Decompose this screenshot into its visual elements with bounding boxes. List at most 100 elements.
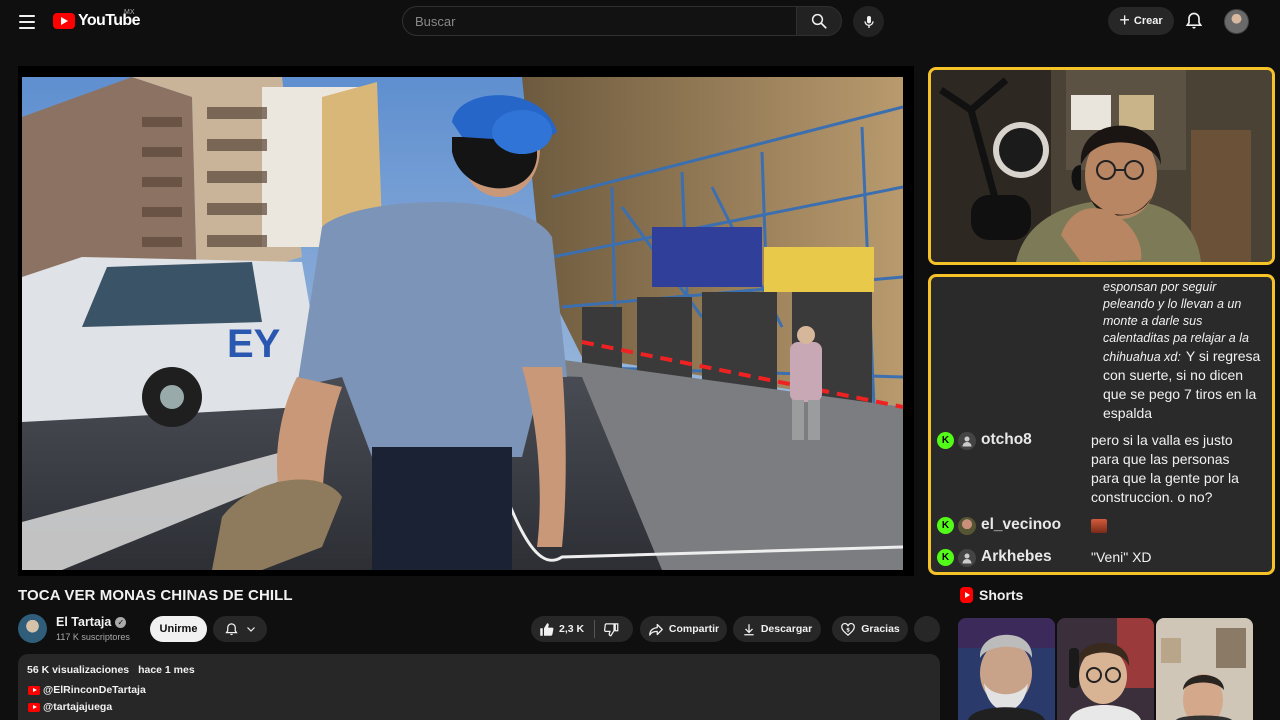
short-thumbnail-image [1057, 618, 1154, 720]
menu-icon[interactable] [14, 10, 40, 34]
search-icon [811, 13, 827, 29]
channel-avatar[interactable] [18, 614, 47, 643]
chat-text-line: para que las personas [1091, 451, 1230, 467]
chat-text-line: construccion. o no? [1091, 489, 1213, 505]
chat-text-line: que se pego 7 tiros en la [1103, 386, 1257, 402]
subscriber-count: 117 K suscriptores [56, 632, 130, 642]
shorts-icon [960, 587, 973, 603]
chat-username: otcho8 [981, 431, 1032, 448]
channel-name-link[interactable]: El Tartaja ✓ [56, 615, 127, 629]
video-scene-image: EY [22, 77, 903, 570]
shorts-title: Shorts [979, 587, 1024, 603]
thumbs-up-icon [540, 622, 554, 636]
webcam-image [931, 70, 1272, 262]
create-label: Crear [1133, 15, 1163, 27]
description-link[interactable]: @ElRinconDeTartaja [28, 684, 146, 696]
top-bar: YouTube MX + Crear [0, 0, 1280, 44]
logo-country-code: MX [124, 9, 135, 16]
chat-badges: K [937, 516, 976, 535]
short-thumbnail[interactable] [958, 618, 1055, 720]
chat-text-line: espalda [1103, 405, 1153, 421]
short-thumbnail-image [958, 618, 1055, 720]
chat-italic-line: esponsan por seguir [1103, 280, 1217, 294]
chat-emote-icon [1091, 519, 1107, 534]
voice-search-button[interactable] [853, 6, 884, 37]
kick-badge-icon: K [937, 517, 954, 534]
youtube-mini-icon [28, 702, 40, 712]
chat-italic-line: peleando y lo llevan a un [1103, 297, 1242, 311]
video-frame[interactable]: EY [22, 77, 903, 570]
thanks-button[interactable]: $ Gracias [832, 616, 908, 642]
video-title: TOCA VER MONAS CHINAS DE CHILL [18, 587, 293, 604]
dislike-button[interactable] [595, 622, 619, 637]
upload-date: hace 1 mes [138, 664, 195, 676]
chat-text-line: "Veni" XD [1091, 549, 1152, 565]
plus-icon: + [1119, 10, 1130, 30]
description-meta: 56 K visualizaciones hace 1 mes [27, 664, 201, 676]
user-icon [958, 432, 976, 450]
like-dislike-group: 2,3 K [531, 616, 633, 642]
channel-handle: @tartajajuega [43, 701, 113, 713]
search-box [402, 6, 796, 36]
search-button[interactable] [796, 6, 842, 36]
chat-italic-line: monte a darle sus [1103, 314, 1203, 328]
short-thumbnail[interactable] [1057, 618, 1154, 720]
thumbs-down-icon [604, 622, 619, 636]
notifications-bell-icon[interactable] [1184, 11, 1204, 31]
join-button[interactable]: Unirme [150, 616, 207, 642]
like-count: 2,3 K [559, 623, 585, 635]
user-icon [958, 549, 976, 567]
chat-message: K Arkhebes "Veni" XD [937, 548, 1269, 567]
chevron-down-icon [246, 627, 255, 632]
youtube-mini-icon [28, 685, 40, 695]
verified-check-icon: ✓ [115, 616, 127, 628]
svg-text:$: $ [846, 627, 850, 633]
description-link[interactable]: @tartajajuega [28, 701, 112, 713]
shorts-header: Shorts [960, 587, 1023, 603]
chat-message: K otcho8 pero si la valla es justo para … [937, 431, 1269, 507]
youtube-play-icon [53, 13, 75, 29]
chat-username: Arkhebes [981, 548, 1052, 565]
svg-text:EY: EY [227, 322, 281, 366]
user-avatar-icon [958, 517, 976, 535]
chat-text-line: Y si regresa [1185, 348, 1261, 364]
chat-italic-line: chihuahua xd: [1103, 350, 1181, 364]
chat-message: K el_vecinoo [937, 516, 1269, 535]
kick-badge-icon: K [937, 432, 954, 449]
chat-message-continuation: esponsan por seguir peleando y lo llevan… [1103, 279, 1269, 423]
chat-message-text: "Veni" XD [1091, 548, 1257, 567]
chat-text-line: pero si la valla es justo [1091, 432, 1233, 448]
more-actions-button[interactable] [914, 616, 940, 642]
bell-icon [224, 622, 238, 635]
streamer-webcam-overlay [928, 67, 1275, 265]
channel-handle: @ElRinconDeTartaja [43, 684, 146, 696]
download-label: Descargar [760, 623, 813, 635]
create-button[interactable]: + Crear [1108, 7, 1174, 35]
heart-dollar-icon: $ [841, 622, 856, 636]
chat-badges: K [937, 548, 976, 567]
search-input[interactable] [403, 7, 796, 35]
chat-text-line: para que la gente por la [1091, 470, 1239, 486]
short-thumbnail[interactable] [1156, 618, 1253, 720]
chat-text-line: con suerte, si no dicen [1103, 367, 1244, 383]
download-button[interactable]: Descargar [733, 616, 821, 642]
share-label: Compartir [668, 623, 720, 635]
microphone-icon [863, 15, 874, 28]
account-avatar[interactable] [1224, 9, 1249, 34]
chat-message-text [1091, 516, 1257, 535]
channel-name: El Tartaja [56, 615, 112, 629]
subscription-bell-button[interactable] [213, 616, 267, 642]
chat-username: el_vecinoo [981, 516, 1062, 533]
view-count: 56 K visualizaciones [27, 664, 130, 676]
chat-message-text: pero si la valla es justo para que las p… [1091, 431, 1257, 507]
share-button[interactable]: Compartir [640, 616, 727, 642]
description-box[interactable]: 56 K visualizaciones hace 1 mes @ElRinco… [18, 654, 940, 720]
live-chat-overlay: esponsan por seguir peleando y lo llevan… [928, 274, 1275, 575]
download-icon [744, 623, 754, 635]
like-button[interactable]: 2,3 K [531, 620, 596, 638]
share-arrow-icon [649, 623, 663, 636]
short-thumbnail-image [1156, 618, 1253, 720]
thanks-label: Gracias [861, 623, 900, 635]
kick-badge-icon: K [937, 549, 954, 566]
chat-badges: K [937, 431, 976, 507]
